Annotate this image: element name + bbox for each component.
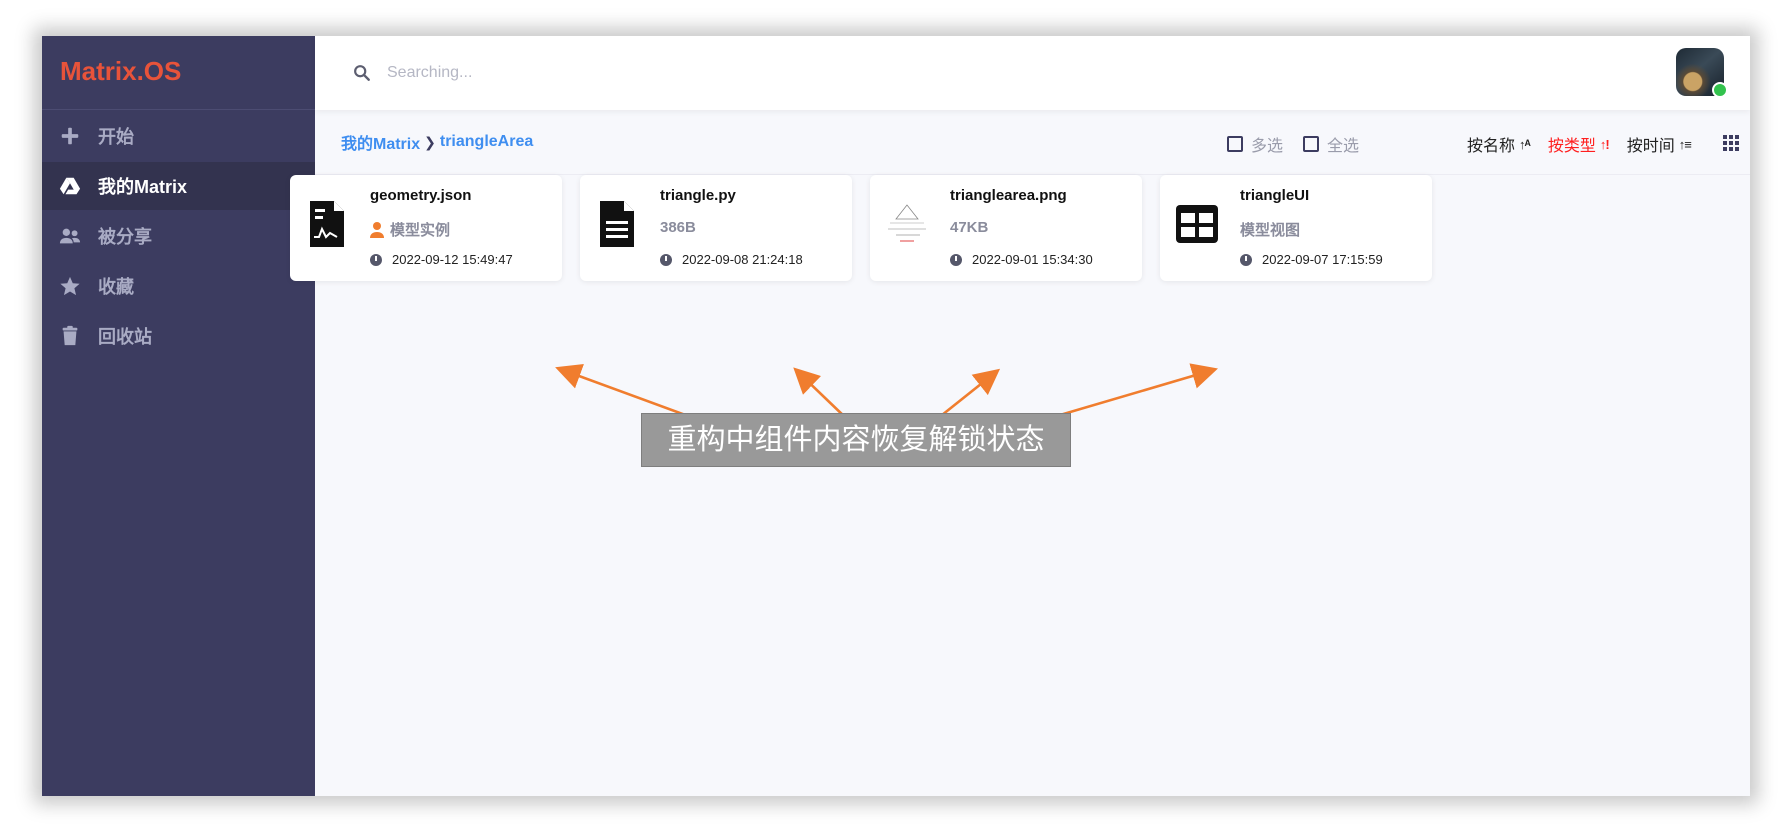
sort-by-time-button[interactable]: 按时间 ↑≡ [1626, 132, 1692, 156]
select-all-checkbox[interactable]: 全选 [1303, 132, 1359, 156]
sort-type-icon: ↑! [1599, 136, 1610, 152]
sort-by-type-button[interactable]: 按类型 ↑! [1547, 132, 1610, 156]
sort-label: 按名称 [1467, 138, 1516, 155]
sidebar-item-favorites[interactable]: 收藏 [42, 262, 315, 310]
file-meta: 47KB [950, 219, 988, 236]
online-status-indicator [1712, 82, 1728, 98]
sidebar-item-my-matrix[interactable]: 我的Matrix [42, 162, 315, 210]
clock-icon [1240, 253, 1252, 266]
clock-icon [950, 253, 962, 266]
file-meta-text: 模型视图 [1240, 222, 1301, 239]
document-icon [596, 199, 638, 249]
sidebar: Matrix.OS 开始 我的Matrix 被分享 收藏 回收站 [42, 36, 315, 796]
image-thumbnail [886, 199, 928, 249]
file-date: 2022-09-12 15:49:47 [370, 252, 513, 267]
file-date-text: 2022-09-08 21:24:18 [682, 252, 803, 267]
checkbox-icon [1303, 136, 1320, 152]
annotation-label: 重构中组件内容恢复解锁状态 [641, 413, 1071, 467]
folder-toolbar: 我的Matrix ❯ triangleArea 多选 全选 按名称 ↑ᴬ 按类型… [315, 110, 1750, 175]
sidebar-nav: 开始 我的Matrix 被分享 收藏 回收站 [42, 110, 315, 360]
file-date: 2022-09-08 21:24:18 [660, 252, 803, 267]
file-meta: 386B [660, 219, 696, 236]
sort-time-icon: ↑≡ [1678, 136, 1692, 152]
selection-controls: 多选 全选 [1227, 132, 1379, 156]
file-date-text: 2022-09-01 15:34:30 [972, 252, 1093, 267]
file-date: 2022-09-01 15:34:30 [950, 252, 1093, 267]
users-icon [58, 224, 82, 248]
breadcrumb: 我的Matrix ❯ triangleArea [341, 130, 533, 154]
app-logo[interactable]: Matrix.OS [42, 36, 315, 110]
user-icon [370, 221, 384, 238]
file-meta-text: 模型实例 [390, 222, 451, 239]
multi-select-checkbox[interactable]: 多选 [1227, 132, 1283, 156]
clock-icon [370, 253, 382, 266]
file-name: triangle.py [660, 187, 736, 204]
breadcrumb-current[interactable]: triangleArea [440, 133, 533, 151]
star-icon [58, 274, 82, 298]
checkbox-icon [1227, 136, 1243, 152]
checkbox-label: 多选 [1251, 138, 1284, 155]
sidebar-item-label: 被分享 [98, 227, 152, 247]
sidebar-item-shared[interactable]: 被分享 [42, 212, 315, 260]
file-card[interactable]: triangle.py 386B 2022-09-08 21:24:18 [580, 175, 852, 281]
sidebar-item-label: 收藏 [98, 277, 134, 297]
sidebar-item-trash[interactable]: 回收站 [42, 312, 315, 360]
search-icon[interactable] [353, 64, 371, 82]
trash-icon [58, 324, 82, 348]
search-input[interactable] [385, 58, 889, 88]
file-grid: geometry.json 模型实例 2022-09-12 15:49:47 t… [290, 175, 1450, 281]
drive-icon [58, 174, 82, 198]
file-size: 47KB [950, 219, 989, 236]
file-card[interactable]: geometry.json 模型实例 2022-09-12 15:49:47 [290, 175, 562, 281]
sidebar-item-label: 回收站 [98, 327, 152, 347]
plus-icon [58, 124, 82, 148]
json-file-icon [306, 199, 348, 249]
file-name: triangleUI [1240, 187, 1310, 204]
chevron-right-icon: ❯ [424, 133, 436, 150]
sort-label: 按时间 [1626, 138, 1675, 155]
file-date: 2022-09-07 17:15:59 [1240, 252, 1383, 267]
sidebar-item-label: 我的Matrix [98, 177, 188, 197]
sidebar-item-label: 开始 [98, 127, 134, 147]
file-card[interactable]: trianglearea.png 47KB 2022-09-01 15:34:3… [870, 175, 1142, 281]
table-view-icon [1176, 199, 1218, 249]
file-date-text: 2022-09-12 15:49:47 [392, 252, 513, 267]
file-name: geometry.json [370, 187, 472, 204]
clock-icon [660, 253, 672, 266]
checkbox-label: 全选 [1327, 138, 1360, 155]
grid-view-icon[interactable] [1722, 134, 1740, 152]
sort-controls: 按名称 ↑ᴬ 按类型 ↑! 按时间 ↑≡ [1467, 132, 1709, 156]
file-date-text: 2022-09-07 17:15:59 [1262, 252, 1383, 267]
sort-alpha-icon: ↑ᴬ [1519, 136, 1531, 152]
sort-by-name-button[interactable]: 按名称 ↑ᴬ [1467, 132, 1531, 156]
file-name: trianglearea.png [950, 187, 1067, 204]
sidebar-item-start[interactable]: 开始 [42, 112, 315, 160]
sort-label: 按类型 [1547, 138, 1596, 155]
file-meta: 模型实例 [370, 219, 450, 240]
file-meta: 模型视图 [1240, 219, 1300, 240]
top-bar [315, 36, 1750, 110]
file-card[interactable]: triangleUI 模型视图 2022-09-07 17:15:59 [1160, 175, 1432, 281]
breadcrumb-root[interactable]: 我的Matrix [341, 130, 420, 154]
file-size: 386B [660, 219, 696, 236]
